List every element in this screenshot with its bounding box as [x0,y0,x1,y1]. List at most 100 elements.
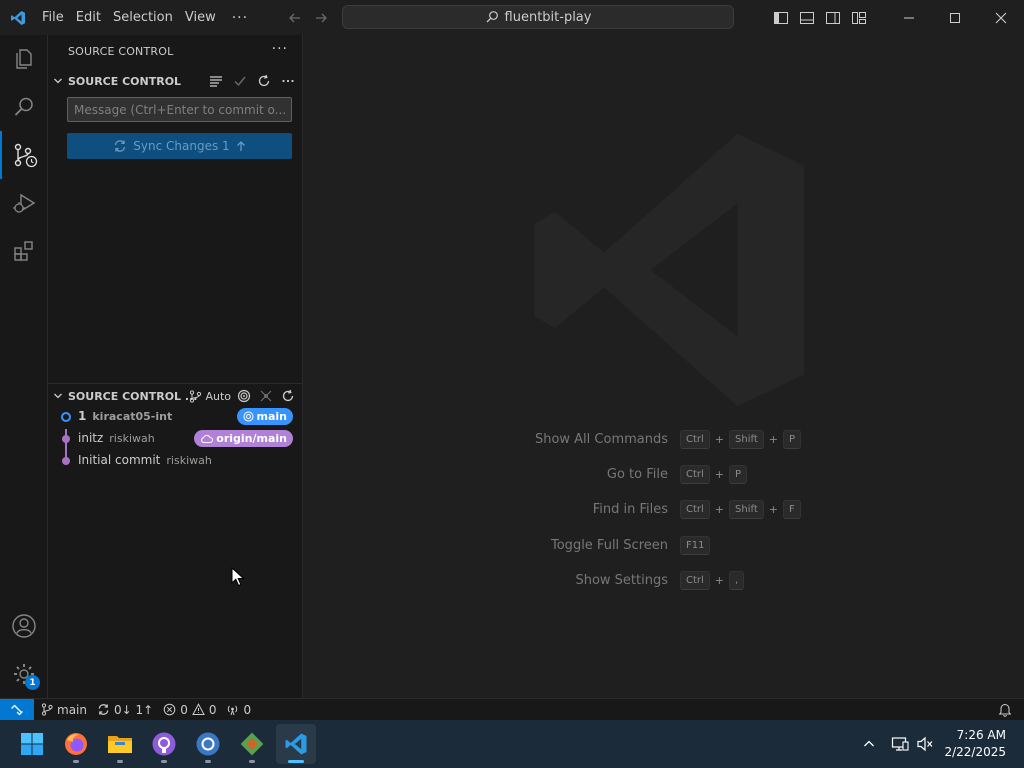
shortcut-label: Find in Files [592,502,668,517]
github-desktop-icon[interactable] [144,724,184,764]
broadcast-icon [228,705,238,716]
more-actions-icon[interactable] [279,72,297,90]
commit-message-input[interactable] [67,97,292,122]
remote-icon [11,704,23,715]
graph-commit-row[interactable]: 1 kiracat05-int main [48,406,303,428]
commit-dot [62,435,70,443]
toggle-primary-sidebar-icon[interactable] [768,0,794,35]
ref-badge-origin-main: origin/main [194,430,293,447]
system-clock[interactable]: 7:26 AM 2/22/2025 [944,727,1006,761]
windows-taskbar: 7:26 AM 2/22/2025 [0,720,1024,768]
forward-arrow-icon[interactable] [308,0,334,35]
branch-icon [41,703,53,716]
clock-time: 7:26 AM [956,728,1006,742]
vscode-icon[interactable] [276,724,316,764]
chrome-icon[interactable] [188,724,228,764]
view-as-list-icon[interactable] [207,72,225,90]
key: P [729,465,748,484]
error-icon [163,703,176,716]
vscode-logo-icon [0,0,36,35]
shortcut-go-to-file: Go to File Ctrl + P [303,465,1024,487]
ports-status[interactable]: 0 [221,699,256,721]
shortcut-show-all-commands: Show All Commands Ctrl + Shift + P [303,430,1024,452]
menu-file[interactable]: File [36,0,70,35]
target-icon [243,411,253,422]
command-center-search[interactable]: fluentbit-play [342,5,734,29]
auto-branch-filter[interactable]: Auto [189,387,231,405]
manage-gear-icon[interactable]: 1 [0,650,48,698]
ref-label: main [256,410,288,423]
graph-commit-row[interactable]: initz riskiwah origin/main [48,428,303,450]
chevron-down-icon [48,385,68,407]
problems-status[interactable]: 0 0 [158,699,221,721]
minimize-window-icon[interactable] [886,0,932,35]
source-control-icon[interactable] [0,131,48,179]
sync-icon [113,139,127,153]
target-icon[interactable] [235,387,253,405]
sidebar-more-button[interactable]: ··· [272,41,288,57]
workspace-name: fluentbit-play [504,9,592,25]
explorer-icon[interactable] [0,35,48,83]
graph-section-label: SOURCE CONTROL ... [68,389,198,403]
network-icon[interactable] [888,720,912,768]
mouse-pointer-icon [231,567,245,587]
commit-check-icon[interactable] [231,72,249,90]
menu-selection[interactable]: Selection [107,0,179,35]
toggle-panel-icon[interactable] [794,0,820,35]
notifications-bell-icon[interactable] [998,702,1012,717]
running-indicator [161,760,167,763]
scm-section-header[interactable]: SOURCE CONTROL [48,70,303,92]
firefox-icon[interactable] [56,724,96,764]
scm-section-label: SOURCE CONTROL [68,74,182,88]
file-explorer-icon[interactable] [100,724,140,764]
show-hidden-icons-chevron-up-icon[interactable] [858,720,880,768]
manage-badge: 1 [25,675,40,690]
warning-count: 0 [208,702,217,717]
status-bar: main 0↓ 1↑ 0 0 0 [0,698,1024,721]
chevron-down-icon [48,70,68,92]
head-commit-dot [61,412,71,422]
key: Ctrl [680,500,710,519]
back-arrow-icon[interactable] [282,0,308,35]
menu-view[interactable]: View [179,0,222,35]
activity-bar: 1 [0,35,48,698]
volume-muted-icon[interactable] [913,720,937,768]
run-debug-icon[interactable] [0,179,48,227]
editor-area: Show All Commands Ctrl + Shift + P Go to F… [303,35,1024,698]
key: Ctrl [680,465,710,484]
extensions-icon[interactable] [0,227,48,275]
search-icon[interactable] [0,83,48,131]
graph-commit-row[interactable]: Initial commit riskiwah [48,450,303,472]
menu-edit[interactable]: Edit [70,0,107,35]
refresh-icon[interactable] [255,72,273,90]
remote-indicator-button[interactable] [0,698,34,721]
vscode-watermark-icon [523,125,813,415]
graph-section-header[interactable]: SOURCE CONTROL ... Auto [48,385,303,407]
sync-status[interactable]: 0↓ 1↑ [92,699,158,721]
branch-status[interactable]: main [36,699,92,721]
customize-layout-icon[interactable] [846,0,872,35]
windows-start-icon[interactable] [12,724,52,764]
git-icon[interactable] [232,724,272,764]
title-bar: File Edit Selection View ··· fluentbit-p… [0,0,1024,35]
close-window-icon[interactable] [978,0,1024,35]
running-indicator [249,760,255,763]
shortcut-find-in-files: Find in Files Ctrl + Shift + F [303,500,1024,522]
warning-icon [191,703,205,715]
accounts-icon[interactable] [0,602,48,650]
key: F [782,500,801,519]
ref-badge-main: main [236,408,293,425]
toggle-secondary-sidebar-icon[interactable] [820,0,846,35]
maximize-window-icon[interactable] [932,0,978,35]
shortcut-show-settings: Show Settings Ctrl + , [303,571,1024,593]
key: , [729,571,745,590]
branch-icon [190,389,202,403]
shortcut-label: Toggle Full Screen [551,538,668,553]
menu-more-button[interactable]: ··· [222,10,258,26]
commit-title: initz [78,431,104,445]
ports-count: 0 [243,702,252,717]
fetch-icon[interactable] [257,387,275,405]
shortcut-label: Show All Commands [534,432,668,447]
sync-changes-button[interactable]: Sync Changes 1 [67,133,292,159]
refresh-graph-icon[interactable] [279,387,297,405]
